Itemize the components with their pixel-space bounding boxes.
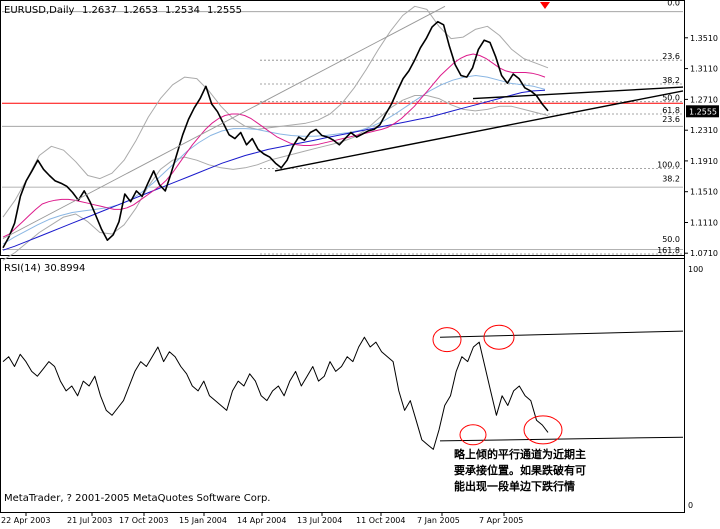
time-tick-label: 21 Jul 2003 xyxy=(67,516,112,525)
fib-level-label: 50.0 xyxy=(662,235,680,244)
price-tick-label: 1.1110 xyxy=(690,219,718,228)
time-tick-label: 14 Apr 2004 xyxy=(237,516,286,525)
fib-level-label: 38.2 xyxy=(662,76,680,85)
fib-level-label: 38.2 xyxy=(662,175,680,184)
price-tick-label: 1.3510 xyxy=(690,34,718,43)
chart-canvas: 0.023.638.250.061.823.6100.038.250.0161.… xyxy=(0,0,719,525)
time-axis: 22 Apr 2003 21 Jul 2003 17 Oct 2003 15 Jan … xyxy=(1,512,523,525)
price-tick-label: 1.0710 xyxy=(690,249,718,258)
annotation-line-2: 要承接位置。如果跌破有可 xyxy=(454,463,586,477)
ohlc-open: 1.2637 xyxy=(82,5,117,16)
price-tick-label: 1.1510 xyxy=(690,188,718,197)
rsi-tick-label: 0 xyxy=(688,501,693,510)
ohlc-low: 1.2534 xyxy=(165,5,200,16)
rsi-title: RSI(14) 30.8994 xyxy=(4,263,85,274)
annotation-line-1: 略上倾的平行通道为近期主 xyxy=(454,447,586,461)
time-tick-label: 15 Jan 2004 xyxy=(179,516,227,525)
fib-level-label: 61.8 xyxy=(662,106,680,115)
price-tick-label: 1.3110 xyxy=(690,65,718,74)
price-panel-frame xyxy=(0,0,685,256)
fib-level-label: 23.6 xyxy=(662,52,680,61)
price-tick-label: 1.2710 xyxy=(690,95,718,104)
fib-level-label: 23.6 xyxy=(662,115,680,124)
ohlc-close: 1.2555 xyxy=(207,5,242,16)
price-tick-label: 1.1910 xyxy=(690,157,718,166)
ohlc-high: 1.2653 xyxy=(123,5,158,16)
time-tick-label: 13 Jul 2004 xyxy=(297,516,342,525)
copyright-text: MetaTrader, ? 2001-2005 MetaQuotes Softw… xyxy=(4,493,270,504)
time-tick-label: 11 Oct 2004 xyxy=(356,516,405,525)
annotation-line-3: 能出现一段单边下跌行情 xyxy=(454,479,575,493)
fib-level-label: 161.8 xyxy=(657,246,680,255)
time-tick-label: 17 Oct 2003 xyxy=(119,516,168,525)
rsi-tick-label: 100 xyxy=(688,265,703,274)
current-price-label: 1.2555 xyxy=(689,107,717,116)
price-tick-label: 1.2310 xyxy=(690,126,718,135)
time-tick-label: 7 Jan 2005 xyxy=(417,516,460,525)
chart-window: 0.0 23.6 38.2 50.0 61.8 23.6 100.0 38.2 50.0 161.… xyxy=(0,0,720,525)
fib-level-label: 100.0 xyxy=(657,161,680,170)
time-tick-label: 22 Apr 2003 xyxy=(1,516,50,525)
chart-title: EURUSD,Daily xyxy=(4,5,75,16)
fib-level-label: 0.0 xyxy=(667,0,680,7)
time-tick-label: 7 Apr 2005 xyxy=(479,516,523,525)
